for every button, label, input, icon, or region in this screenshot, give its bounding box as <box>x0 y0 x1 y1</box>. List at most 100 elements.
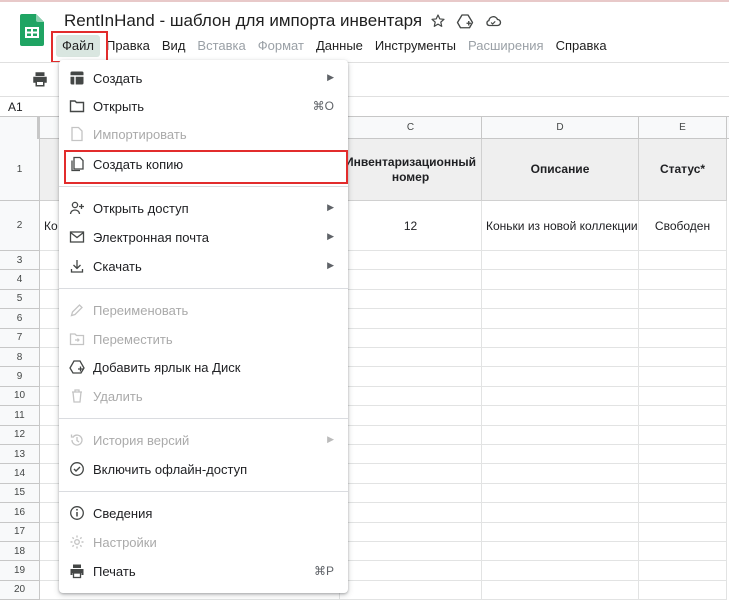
column-header-c[interactable]: C <box>340 117 482 139</box>
empty-cell-e[interactable] <box>639 522 727 542</box>
empty-cell-d[interactable] <box>482 406 639 426</box>
row-header[interactable]: 11 <box>0 406 40 426</box>
empty-cell-d[interactable] <box>482 348 639 368</box>
row-header[interactable]: 3 <box>0 251 40 271</box>
column-header-e[interactable]: E <box>639 117 727 139</box>
select-all-corner[interactable] <box>0 117 40 139</box>
empty-cell-e[interactable] <box>639 348 727 368</box>
empty-cell-d[interactable] <box>482 464 639 484</box>
empty-cell-d[interactable] <box>482 289 639 310</box>
row-header[interactable]: 5 <box>0 289 40 310</box>
empty-cell-e[interactable] <box>639 386 727 407</box>
empty-cell-e[interactable] <box>639 542 727 562</box>
toolbar-print-icon[interactable] <box>31 70 49 88</box>
header-cell-description[interactable]: Описание <box>482 139 639 201</box>
menu-item-delete[interactable]: Удалить <box>59 382 348 410</box>
empty-cell-d[interactable] <box>482 367 639 387</box>
empty-cell-d[interactable] <box>482 328 639 348</box>
empty-cell-e[interactable] <box>639 464 727 484</box>
empty-cell-d[interactable] <box>482 445 639 465</box>
menu-data[interactable]: Данные <box>310 35 369 57</box>
row-header[interactable]: 2 <box>0 201 40 251</box>
menu-item-offline[interactable]: Включить офлайн-доступ <box>59 455 348 483</box>
empty-cell-d[interactable] <box>482 522 639 542</box>
empty-cell-c[interactable] <box>340 328 482 348</box>
row-header[interactable]: 16 <box>0 503 40 523</box>
menu-tools[interactable]: Инструменты <box>369 35 462 57</box>
empty-cell-c[interactable] <box>340 425 482 445</box>
empty-cell-d[interactable] <box>482 542 639 562</box>
menu-edit[interactable]: Правка <box>100 35 156 57</box>
empty-cell-d[interactable] <box>482 483 639 504</box>
menu-help[interactable]: Справка <box>550 35 613 57</box>
empty-cell-c[interactable] <box>340 251 482 271</box>
empty-cell-c[interactable] <box>340 445 482 465</box>
empty-cell-d[interactable] <box>482 386 639 407</box>
empty-cell-c[interactable] <box>340 483 482 504</box>
menu-item-email[interactable]: Электронная почта ▶ <box>59 223 348 251</box>
column-header-d[interactable]: D <box>482 117 639 139</box>
row-header[interactable]: 9 <box>0 367 40 387</box>
empty-cell-d[interactable] <box>482 580 639 600</box>
row-header[interactable]: 14 <box>0 464 40 484</box>
empty-cell-c[interactable] <box>340 522 482 542</box>
empty-cell-e[interactable] <box>639 445 727 465</box>
menu-format[interactable]: Формат <box>252 35 310 57</box>
row-header[interactable]: 4 <box>0 270 40 290</box>
menu-file[interactable]: Файл <box>56 35 100 57</box>
empty-cell-e[interactable] <box>639 251 727 271</box>
empty-cell-d[interactable] <box>482 503 639 523</box>
star-icon[interactable] <box>430 13 446 29</box>
empty-cell-e[interactable] <box>639 425 727 445</box>
menu-item-open[interactable]: Открыть ⌘O <box>59 92 348 120</box>
row-header[interactable]: 12 <box>0 425 40 445</box>
row-header[interactable]: 18 <box>0 542 40 562</box>
empty-cell-c[interactable] <box>340 561 482 581</box>
name-box[interactable]: A1 <box>8 100 23 114</box>
menu-item-rename[interactable]: Переименовать <box>59 296 348 324</box>
empty-cell-c[interactable] <box>340 367 482 387</box>
empty-cell-d[interactable] <box>482 309 639 329</box>
header-cell-status[interactable]: Статус* <box>639 139 727 201</box>
row-header[interactable]: 7 <box>0 328 40 348</box>
empty-cell-e[interactable] <box>639 406 727 426</box>
empty-cell-e[interactable] <box>639 561 727 581</box>
row-header[interactable]: 6 <box>0 309 40 329</box>
menu-item-version-history[interactable]: История версий ▶ <box>59 426 348 454</box>
menu-item-print[interactable]: Печать ⌘P <box>59 557 348 585</box>
row-header[interactable]: 20 <box>0 580 40 600</box>
row-header[interactable]: 15 <box>0 483 40 504</box>
menu-item-make-copy[interactable]: Создать копию <box>59 150 348 178</box>
empty-cell-e[interactable] <box>639 367 727 387</box>
document-title[interactable]: RentInHand - шаблон для импорта инвентар… <box>64 11 422 31</box>
empty-cell-c[interactable] <box>340 270 482 290</box>
data-cell-description[interactable]: Коньки из новой коллекции <box>482 201 639 251</box>
row-header[interactable]: 8 <box>0 348 40 368</box>
empty-cell-d[interactable] <box>482 270 639 290</box>
row-header[interactable]: 17 <box>0 522 40 542</box>
google-sheets-logo[interactable] <box>20 14 44 46</box>
data-cell-status[interactable]: Свободен <box>639 201 727 251</box>
menu-item-create[interactable]: Создать ▶ <box>59 64 348 92</box>
empty-cell-e[interactable] <box>639 309 727 329</box>
empty-cell-c[interactable] <box>340 406 482 426</box>
menu-item-move[interactable]: Переместить <box>59 325 348 353</box>
empty-cell-c[interactable] <box>340 503 482 523</box>
empty-cell-e[interactable] <box>639 580 727 600</box>
row-header[interactable]: 19 <box>0 561 40 581</box>
empty-cell-d[interactable] <box>482 251 639 271</box>
empty-cell-e[interactable] <box>639 328 727 348</box>
menu-item-add-shortcut[interactable]: Добавить ярлык на Диск <box>59 353 348 381</box>
empty-cell-d[interactable] <box>482 561 639 581</box>
empty-cell-c[interactable] <box>340 542 482 562</box>
empty-cell-c[interactable] <box>340 348 482 368</box>
menu-item-download[interactable]: Скачать ▶ <box>59 252 348 280</box>
cloud-saved-icon[interactable] <box>484 12 502 30</box>
empty-cell-d[interactable] <box>482 425 639 445</box>
empty-cell-c[interactable] <box>340 309 482 329</box>
menu-item-details[interactable]: Сведения <box>59 499 348 527</box>
empty-cell-e[interactable] <box>639 289 727 310</box>
empty-cell-e[interactable] <box>639 483 727 504</box>
menu-item-share[interactable]: Открыть доступ ▶ <box>59 194 348 222</box>
menu-view[interactable]: Вид <box>156 35 192 57</box>
